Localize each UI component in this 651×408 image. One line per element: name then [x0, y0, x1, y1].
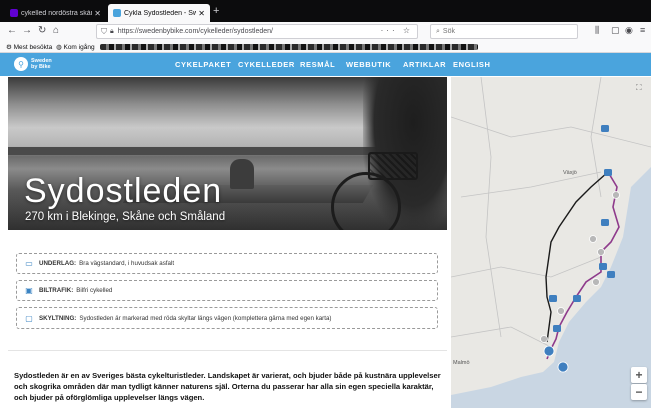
search-placeholder: Sök [442, 28, 455, 35]
redacted-bookmarks [100, 44, 478, 50]
bookmarks-toolbar: ⚙ Mest besökta ◍ Kom igång [0, 41, 651, 53]
sign-icon: ▢ [25, 313, 33, 323]
info-label: UNDERLAG: [39, 260, 77, 267]
logo-line-2: by Bike [31, 64, 51, 70]
map-label-vaxjo: Växjö [563, 170, 577, 176]
info-label: BILTRAFIK: [39, 287, 74, 294]
logo-text: Sweden by Bike [31, 58, 52, 70]
account-icon[interactable]: ◉ [625, 25, 633, 36]
section-divider [8, 350, 447, 351]
sea-area [451, 167, 651, 408]
bookmark-label: Mest besökta [13, 44, 53, 51]
browser-toolbar: ← → ↻ ⌂ ⛉ 🔒︎ https://swedenbybike.com/cy… [0, 22, 651, 41]
reload-icon[interactable]: ↻ [38, 24, 46, 38]
bookmark-label: Kom igång [63, 44, 95, 51]
road-icon: ▭ [25, 259, 33, 268]
fullscreen-icon[interactable]: ⛶ [636, 83, 642, 93]
info-traffic: ▣ BILTRAFIK: Bilfri cykelled [16, 280, 438, 301]
nav-artiklar[interactable]: ARTIKLAR [403, 60, 446, 69]
browser-tab-active[interactable]: Cykla Sydostleden - Sweden b ✕ [108, 4, 210, 22]
tab-title: cykelled nordöstra skåne - Yah [21, 9, 92, 17]
nav-cykelpaket[interactable]: CYKELPAKET [175, 60, 231, 69]
info-surface: ▭ UNDERLAG: Bra vägstandard, i huvudsak … [16, 253, 438, 274]
bookmark-getting-started[interactable]: ◍ Kom igång [56, 43, 95, 51]
info-signage: ▢ SKYLTNING: Sydostleden är markerad med… [16, 307, 438, 329]
info-text: Bra vägstandard, i huvudsak asfalt [79, 260, 175, 267]
back-icon[interactable]: ← [7, 24, 17, 38]
bookmark-most-visited[interactable]: ⚙ Mest besökta [6, 43, 52, 51]
zoom-in-button[interactable]: + [631, 367, 647, 383]
close-tab-icon[interactable]: ✕ [94, 9, 101, 18]
menu-icon[interactable]: ≡ [640, 25, 645, 35]
search-input[interactable]: ⌕ Sök [430, 24, 578, 39]
forward-icon[interactable]: → [22, 24, 32, 38]
tab-title: Cykla Sydostleden - Sweden b [124, 9, 197, 17]
nav-cykelleder[interactable]: CYKELLEDER [238, 60, 295, 69]
site-favicon-icon [113, 9, 121, 17]
browser-tab-bar: cykelled nordöstra skåne - Yah ✕ Cykla S… [0, 0, 651, 22]
site-logo[interactable]: ⚲ Sweden by Bike [14, 57, 52, 71]
url-text[interactable]: https://swedenbybike.com/cykelleder/sydo… [118, 28, 273, 35]
intro-paragraph: Sydostleden är en av Sveriges bästa cyke… [14, 371, 441, 402]
site-header: ⚲ Sweden by Bike CYKELPAKET CYKELLEDER R… [0, 53, 651, 76]
home-icon[interactable]: ⌂ [53, 24, 59, 38]
page-subtitle: 270 km i Blekinge, Skåne och Småland [25, 211, 226, 223]
page-title: Sydostleden [24, 172, 223, 210]
gear-icon: ⚙ [6, 44, 12, 51]
nav-resmal[interactable]: RESMÅL [300, 60, 335, 69]
url-bar[interactable]: ⛉ 🔒︎ https://swedenbybike.com/cykelleder… [96, 24, 418, 39]
new-tab-button[interactable]: + [213, 4, 219, 18]
browser-tab[interactable]: cykelled nordöstra skåne - Yah ✕ [5, 4, 106, 22]
info-label: SKYLTNING: [39, 314, 77, 322]
info-text: Bilfri cykelled [76, 287, 113, 294]
nav-english[interactable]: ENGLISH [453, 60, 491, 69]
tracking-shield-icon[interactable]: ⛉ [101, 27, 107, 37]
route-map[interactable]: Växjö Malmö ⛶ + − [451, 77, 651, 408]
map-label-malmo: Malmö [453, 360, 470, 366]
firefox-icon: ◍ [56, 44, 62, 51]
hero-people [230, 159, 254, 189]
close-tab-icon[interactable]: ✕ [198, 9, 205, 18]
search-icon: ⌕ [436, 27, 440, 35]
yahoo-favicon-icon [10, 9, 18, 17]
map-canvas [451, 77, 651, 408]
lock-icon[interactable]: 🔒︎ [110, 28, 114, 36]
zoom-out-button[interactable]: − [631, 384, 647, 400]
library-icon[interactable]: ⫼ [595, 25, 599, 36]
nav-webbutik[interactable]: WEBBUTIK [346, 60, 391, 69]
car-icon: ▣ [25, 286, 33, 295]
info-text: Sydostleden är markerad med röda skyltar… [79, 314, 332, 322]
sidebar-icon[interactable]: ▢ [611, 25, 620, 36]
bike-logo-icon: ⚲ [14, 57, 28, 71]
page-actions[interactable]: ··· ☆ [381, 26, 413, 35]
